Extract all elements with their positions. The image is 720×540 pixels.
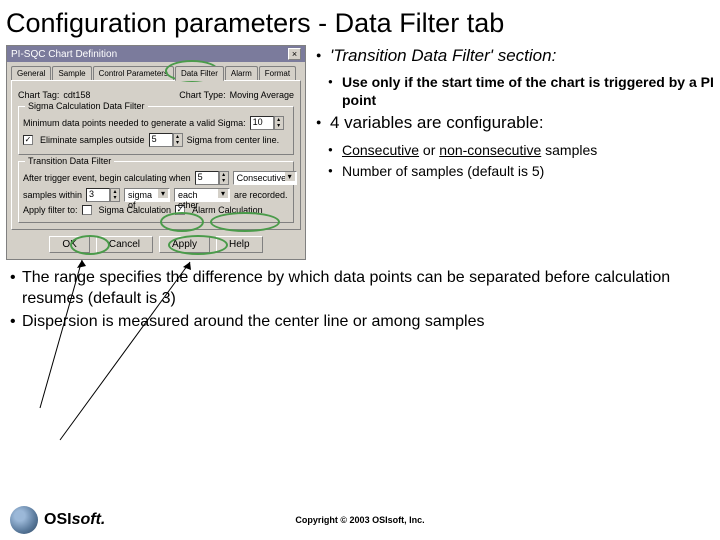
tab-strip: General Sample Control Parameters Data F… <box>7 62 305 80</box>
apply-filter-label: Apply filter to: <box>23 205 78 215</box>
slide-title: Configuration parameters - Data Filter t… <box>0 0 720 45</box>
sigma-of-dropdown[interactable]: sigma of <box>124 188 170 202</box>
tab-panel: Chart Tag: cdt158 Chart Type: Moving Ave… <box>11 80 301 230</box>
bullet-item: 4 variables are configurable: <box>316 112 714 134</box>
cancel-button[interactable]: Cancel <box>96 236 153 253</box>
copyright-text: Copyright © 2003 OSIsoft, Inc. <box>295 515 424 525</box>
lower-bullet-list: The range specifies the difference by wh… <box>0 260 720 340</box>
min-points-label: Minimum data points needed to generate a… <box>23 118 246 128</box>
transition-filter-group: After trigger event, begin calculating w… <box>18 161 294 223</box>
bullet-subitem: Use only if the start time of the chart … <box>316 73 714 109</box>
bullet-subitem: Number of samples (default is 5) <box>316 162 714 180</box>
tab-general[interactable]: General <box>11 66 51 80</box>
lower-bullet-item: The range specifies the difference by wh… <box>8 268 712 310</box>
ok-button[interactable]: OK <box>49 236 89 253</box>
bullet-item: 'Transition Data Filter' section: <box>316 45 714 67</box>
within-input[interactable]: 3 <box>86 188 110 202</box>
eliminate-stepper[interactable]: 5 ▴▾ <box>149 133 183 147</box>
tab-sample[interactable]: Sample <box>52 66 91 80</box>
apply-button[interactable]: Apply <box>159 236 210 253</box>
bullet-list: 'Transition Data Filter' section: Use on… <box>316 45 714 260</box>
slide-footer: OSIsoft. Copyright © 2003 OSIsoft, Inc. <box>0 506 720 534</box>
help-button[interactable]: Help <box>216 236 263 253</box>
chart-definition-dialog: PI-SQC Chart Definition × General Sample… <box>6 45 306 260</box>
within-suffix: are recorded. <box>234 190 288 200</box>
min-points-input[interactable]: 10 <box>250 116 274 130</box>
tab-format[interactable]: Format <box>259 66 296 80</box>
eliminate-suffix: Sigma from center line. <box>187 135 280 145</box>
osisoft-logo: OSIsoft. <box>10 506 105 534</box>
eliminate-checkbox[interactable]: ✓ <box>23 135 33 145</box>
tab-data-filter[interactable]: Data Filter <box>175 66 224 81</box>
trigger-label: After trigger event, begin calculating w… <box>23 173 191 183</box>
within-stepper[interactable]: 3 ▴▾ <box>86 188 120 202</box>
chart-type-value: Moving Average <box>230 90 294 100</box>
logo-swirl-icon <box>10 506 38 534</box>
chart-tag-value: cdt158 <box>63 90 90 100</box>
dialog-buttons: OK Cancel Apply Help <box>7 230 305 259</box>
each-other-dropdown[interactable]: each other <box>174 188 230 202</box>
tab-control-parameters[interactable]: Control Parameters <box>93 66 174 80</box>
tab-alarm[interactable]: Alarm <box>225 66 258 80</box>
sigma-calc-checkbox[interactable] <box>82 205 92 215</box>
dialog-title-text: PI-SQC Chart Definition <box>11 49 117 60</box>
alarm-calc-label: Alarm Calculation <box>192 205 263 215</box>
dialog-titlebar: PI-SQC Chart Definition × <box>7 46 305 62</box>
consecutive-dropdown[interactable]: Consecutive <box>233 171 297 185</box>
trigger-stepper[interactable]: 5 ▴▾ <box>195 171 229 185</box>
within-label: samples within <box>23 190 82 200</box>
lower-bullet-item: Dispersion is measured around the center… <box>8 312 712 333</box>
sigma-filter-group: Minimum data points needed to generate a… <box>18 106 294 155</box>
close-icon[interactable]: × <box>288 48 301 60</box>
bullet-subitem: Consecutive or non-consecutive samples <box>316 141 714 159</box>
min-points-stepper[interactable]: 10 ▴▾ <box>250 116 284 130</box>
eliminate-input[interactable]: 5 <box>149 133 173 147</box>
chart-tag-label: Chart Tag: <box>18 90 59 100</box>
trigger-input[interactable]: 5 <box>195 171 219 185</box>
chart-type-label: Chart Type: <box>179 90 225 100</box>
eliminate-label: Eliminate samples outside <box>40 135 145 145</box>
